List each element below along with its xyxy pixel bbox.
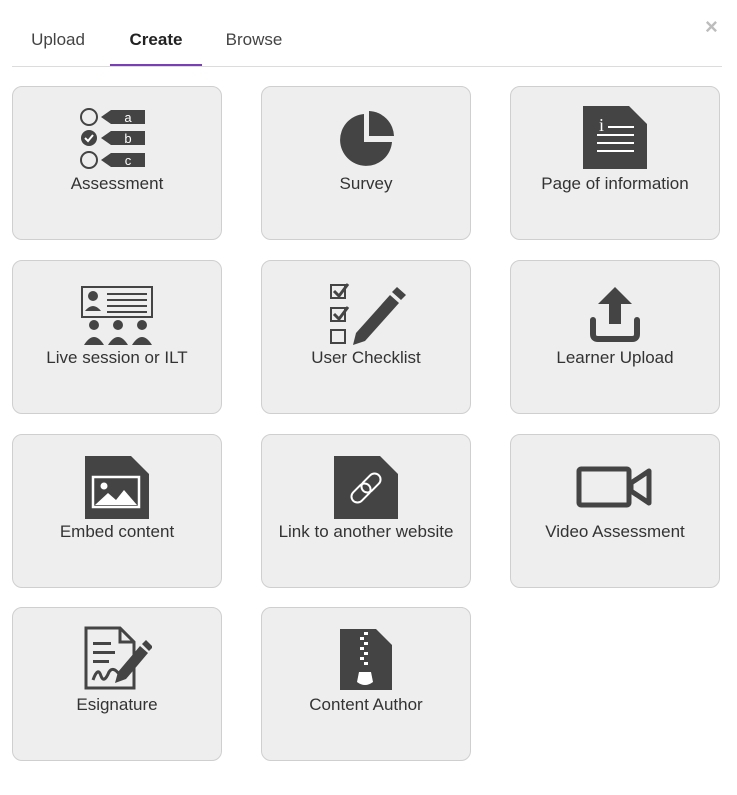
tile-learner-upload[interactable]: Learner Upload bbox=[510, 260, 720, 414]
tile-label: Link to another website bbox=[278, 522, 454, 541]
checklist-pencil-icon bbox=[262, 275, 470, 345]
tile-live-session[interactable]: Live session or ILT bbox=[12, 260, 222, 414]
tile-video-assessment[interactable]: Video Assessment bbox=[510, 434, 720, 588]
tab-create[interactable]: Create bbox=[110, 20, 202, 66]
tile-link-to-another-website[interactable]: Link to another website bbox=[261, 434, 471, 588]
tile-page-of-information[interactable]: i Page of information bbox=[510, 86, 720, 240]
signature-icon bbox=[13, 622, 221, 692]
image-icon bbox=[13, 449, 221, 519]
letter-b: b bbox=[124, 131, 131, 146]
tile-embed-content[interactable]: Embed content bbox=[12, 434, 222, 588]
letter-a: a bbox=[124, 110, 132, 125]
info-glyph: i bbox=[599, 115, 604, 135]
tile-label: Video Assessment bbox=[545, 522, 685, 541]
tile-label: Content Author bbox=[309, 695, 423, 714]
tile-survey[interactable]: Survey bbox=[261, 86, 471, 240]
document-info-icon: i bbox=[511, 101, 719, 171]
classroom-icon bbox=[13, 275, 221, 345]
tile-user-checklist[interactable]: User Checklist bbox=[261, 260, 471, 414]
link-icon bbox=[262, 449, 470, 519]
tab-browse[interactable]: Browse bbox=[214, 20, 294, 66]
zip-file-icon bbox=[262, 622, 470, 692]
tile-assessment[interactable]: a b c Assessment bbox=[12, 86, 222, 240]
tab-upload[interactable]: Upload bbox=[18, 20, 98, 66]
tile-esignature[interactable]: Esignature bbox=[12, 607, 222, 761]
tile-label: Live session or ILT bbox=[46, 348, 188, 367]
pie-chart-icon bbox=[262, 101, 470, 171]
tab-bar: Upload Create Browse bbox=[12, 0, 722, 67]
assessment-icon: a b c bbox=[13, 101, 221, 171]
upload-icon bbox=[511, 275, 719, 345]
tile-label: Esignature bbox=[76, 695, 158, 714]
tile-label: Page of information bbox=[541, 174, 689, 193]
close-icon[interactable]: × bbox=[705, 16, 723, 38]
tile-label: User Checklist bbox=[311, 348, 421, 367]
letter-c: c bbox=[125, 153, 132, 168]
tile-label: Learner Upload bbox=[556, 348, 674, 367]
tile-label: Survey bbox=[339, 174, 393, 193]
tile-content-author[interactable]: Content Author bbox=[261, 607, 471, 761]
tile-label: Embed content bbox=[59, 522, 175, 541]
video-camera-icon bbox=[511, 449, 719, 519]
tile-label: Assessment bbox=[70, 174, 164, 193]
